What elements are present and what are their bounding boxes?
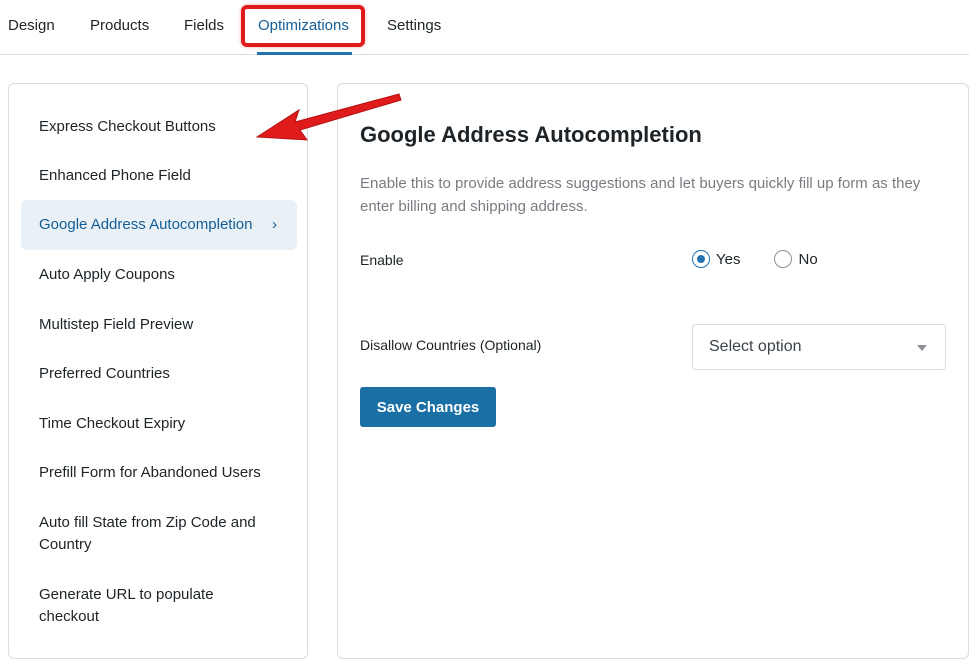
radio-checked-icon	[692, 250, 710, 268]
sidebar-item-label: Time Checkout Expiry	[39, 415, 186, 432]
tab-settings[interactable]: Settings	[387, 17, 441, 34]
tab-fields[interactable]: Fields	[184, 17, 224, 34]
disallow-countries-select[interactable]: Select option	[692, 324, 946, 370]
radio-label: Yes	[716, 250, 741, 268]
sidebar-item-label: Enhanced Phone Field	[39, 167, 191, 184]
tab-products[interactable]: Products	[90, 17, 149, 34]
sidebar-item-auto-apply-coupons[interactable]: Auto Apply Coupons	[21, 264, 297, 286]
tab-design[interactable]: Design	[8, 17, 55, 34]
sidebar-item-generate-url[interactable]: Generate URL to populate checkout	[21, 584, 231, 628]
sidebar-item-label: Google Address Autocompletion	[39, 216, 253, 233]
chevron-right-icon: ›	[272, 216, 277, 233]
sidebar-item-label: Auto Apply Coupons	[39, 266, 175, 283]
settings-panel: Google Address Autocompletion Enable thi…	[337, 83, 969, 659]
sidebar-item-time-checkout-expiry[interactable]: Time Checkout Expiry	[21, 413, 297, 435]
active-tab-indicator	[257, 52, 352, 55]
enable-no-radio[interactable]: No	[774, 250, 818, 268]
sidebar-item-prefill-form[interactable]: Prefill Form for Abandoned Users	[21, 462, 297, 484]
tab-bar: Design Products Fields Optimizations Set…	[0, 0, 969, 55]
sidebar-item-enhanced-phone-field[interactable]: Enhanced Phone Field	[21, 165, 297, 187]
enable-label: Enable	[360, 252, 404, 268]
enable-radio-group: Yes No	[692, 250, 852, 268]
radio-label: No	[798, 250, 818, 268]
sidebar-item-label: Auto fill State from Zip Code and Countr…	[39, 514, 256, 553]
sidebar-item-label: Multistep Field Preview	[39, 316, 194, 333]
save-changes-button[interactable]: Save Changes	[360, 387, 496, 427]
sidebar-item-label: Express Checkout Buttons	[39, 118, 216, 135]
sidebar-item-label: Preferred Countries	[39, 365, 170, 382]
panel-description: Enable this to provide address suggestio…	[360, 175, 921, 215]
disallow-countries-label: Disallow Countries (Optional)	[360, 337, 542, 353]
sidebar-item-label: Generate URL to populate checkout	[39, 586, 214, 625]
sidebar-item-google-address-autocompletion[interactable]: Google Address Autocompletion ›	[21, 200, 297, 250]
annotation-highlight-box	[241, 5, 365, 47]
sidebar-item-auto-fill-state[interactable]: Auto fill State from Zip Code and Countr…	[21, 512, 271, 556]
caret-down-icon	[917, 345, 927, 351]
optimizations-sidebar: Express Checkout Buttons Enhanced Phone …	[8, 83, 308, 659]
sidebar-item-preferred-countries[interactable]: Preferred Countries	[21, 363, 297, 385]
page-title: Google Address Autocompletion	[360, 122, 702, 147]
select-value: Select option	[709, 338, 802, 355]
enable-yes-radio[interactable]: Yes	[692, 250, 740, 268]
sidebar-item-label: Prefill Form for Abandoned Users	[39, 464, 261, 481]
annotation-arrow-icon	[255, 93, 402, 141]
sidebar-item-multistep-field-preview[interactable]: Multistep Field Preview	[21, 314, 297, 336]
radio-unchecked-icon	[774, 250, 793, 268]
